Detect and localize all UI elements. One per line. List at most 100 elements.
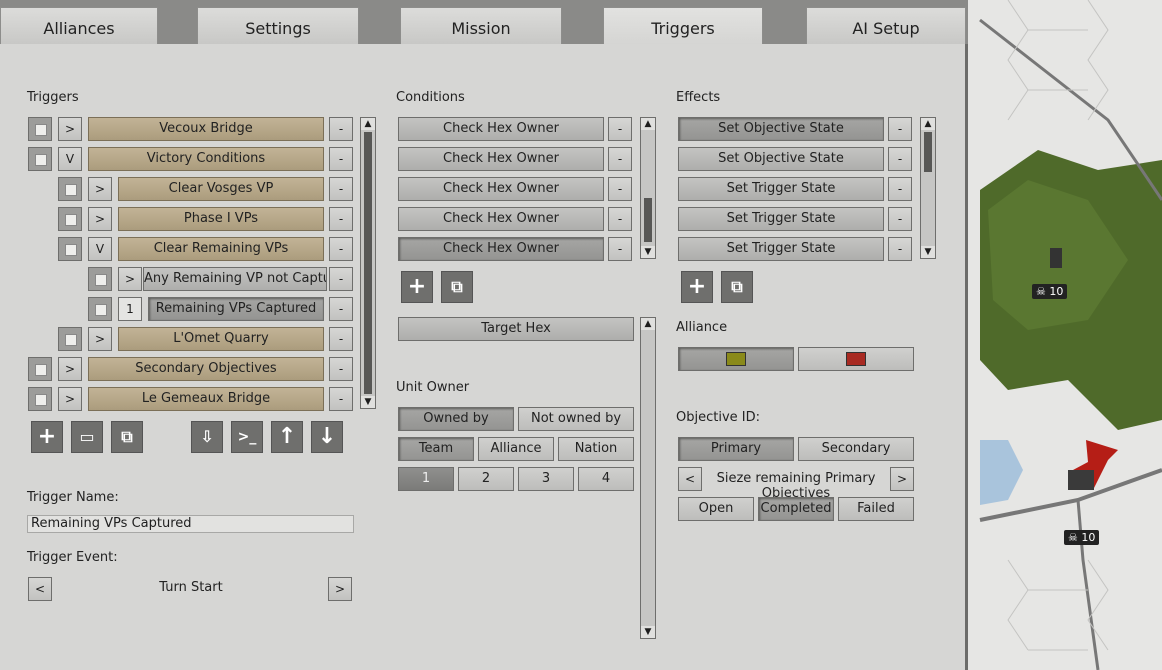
- trigger-expander[interactable]: >: [58, 387, 82, 411]
- console-icon[interactable]: >_: [231, 421, 263, 453]
- arrow-up-icon[interactable]: ↑: [271, 421, 303, 453]
- condition-item[interactable]: Check Hex Owner: [398, 147, 604, 171]
- trigger-remove-button[interactable]: -: [329, 147, 353, 171]
- alliance-button[interactable]: Alliance: [478, 437, 554, 461]
- copy-icon[interactable]: ⧉: [721, 271, 753, 303]
- team-4-button[interactable]: 4: [578, 467, 634, 491]
- trigger-item[interactable]: Le Gemeaux Bridge: [88, 387, 324, 411]
- trigger-expander[interactable]: V: [58, 147, 82, 171]
- tab-settings[interactable]: Settings: [197, 7, 359, 44]
- arrow-down-icon[interactable]: ↓: [311, 421, 343, 453]
- effect-item[interactable]: Set Trigger State: [678, 237, 884, 261]
- tab-ai-setup[interactable]: AI Setup: [806, 7, 966, 44]
- scroll-up-icon[interactable]: ▲: [921, 118, 935, 130]
- not-owned-by-button[interactable]: Not owned by: [518, 407, 634, 431]
- trigger-expander[interactable]: >: [58, 117, 82, 141]
- tab-alliances[interactable]: Alliances: [0, 7, 158, 44]
- team-2-button[interactable]: 2: [458, 467, 514, 491]
- copy-icon[interactable]: ⧉: [111, 421, 143, 453]
- effect-remove-button[interactable]: -: [888, 237, 912, 261]
- condition-checkbox[interactable]: [88, 267, 112, 291]
- trigger-checkbox[interactable]: [28, 117, 52, 141]
- condition-remove-button[interactable]: -: [608, 237, 632, 261]
- scroll-down-icon[interactable]: ▼: [361, 396, 375, 408]
- scroll-up-icon[interactable]: ▲: [641, 118, 655, 130]
- condition-remove-button[interactable]: -: [608, 147, 632, 171]
- condition-item[interactable]: Any Remaining VP not Captured: [143, 267, 327, 291]
- team-1-button[interactable]: 1: [398, 467, 454, 491]
- condition-item[interactable]: Check Hex Owner: [398, 177, 604, 201]
- owned-by-button[interactable]: Owned by: [398, 407, 514, 431]
- trigger-remove-button[interactable]: -: [329, 357, 353, 381]
- trigger-remove-button[interactable]: -: [329, 297, 353, 321]
- trigger-item[interactable]: L'Omet Quarry: [118, 327, 324, 351]
- add-icon[interactable]: +: [401, 271, 433, 303]
- effect-item[interactable]: Set Trigger State: [678, 177, 884, 201]
- scroll-up-icon[interactable]: ▲: [361, 118, 375, 130]
- scroll-down-icon[interactable]: ▼: [921, 246, 935, 258]
- condition-item-selected[interactable]: Check Hex Owner: [398, 237, 604, 261]
- trigger-expander[interactable]: V: [88, 237, 112, 261]
- condition-remove-button[interactable]: -: [608, 177, 632, 201]
- scroll-down-icon[interactable]: ▼: [641, 626, 655, 638]
- trigger-checkbox[interactable]: [28, 147, 52, 171]
- nation-button[interactable]: Nation: [558, 437, 634, 461]
- folder-icon[interactable]: ▭: [71, 421, 103, 453]
- conditions-detail-scrollbar[interactable]: ▲ ▼: [640, 317, 656, 639]
- trigger-expander[interactable]: >: [88, 207, 112, 231]
- trigger-remove-button[interactable]: -: [329, 387, 353, 411]
- team-button[interactable]: Team: [398, 437, 474, 461]
- trigger-checkbox[interactable]: [58, 237, 82, 261]
- trigger-checkbox[interactable]: [28, 387, 52, 411]
- scroll-down-icon[interactable]: ▼: [641, 246, 655, 258]
- trigger-expander[interactable]: >: [88, 177, 112, 201]
- condition-item[interactable]: Check Hex Owner: [398, 207, 604, 231]
- alliance-2-button[interactable]: [798, 347, 914, 371]
- target-hex-button[interactable]: Target Hex: [398, 317, 634, 341]
- condition-remove-button[interactable]: -: [608, 117, 632, 141]
- tab-mission[interactable]: Mission: [400, 7, 562, 44]
- trigger-remove-button[interactable]: -: [329, 177, 353, 201]
- trigger-checkbox[interactable]: [28, 357, 52, 381]
- add-icon[interactable]: +: [681, 271, 713, 303]
- trigger-remove-button[interactable]: -: [329, 267, 353, 291]
- tab-triggers[interactable]: Triggers: [603, 7, 763, 47]
- condition-expander[interactable]: >: [118, 267, 142, 291]
- trigger-checkbox[interactable]: [58, 177, 82, 201]
- trigger-item[interactable]: Phase I VPs: [118, 207, 324, 231]
- trigger-expander[interactable]: >: [88, 327, 112, 351]
- team-3-button[interactable]: 3: [518, 467, 574, 491]
- effect-remove-button[interactable]: -: [888, 207, 912, 231]
- effect-item[interactable]: Set Trigger State: [678, 207, 884, 231]
- event-next-button[interactable]: >: [328, 577, 352, 601]
- trigger-remove-button[interactable]: -: [329, 237, 353, 261]
- trigger-remove-button[interactable]: -: [329, 327, 353, 351]
- scroll-up-icon[interactable]: ▲: [641, 318, 655, 330]
- trigger-name-input[interactable]: Remaining VPs Captured: [27, 515, 354, 533]
- scroll-thumb[interactable]: [644, 198, 652, 242]
- trigger-remove-button[interactable]: -: [329, 207, 353, 231]
- effect-remove-button[interactable]: -: [888, 117, 912, 141]
- effect-item[interactable]: Set Objective State: [678, 147, 884, 171]
- open-button[interactable]: Open: [678, 497, 754, 521]
- trigger-item[interactable]: Clear Vosges VP: [118, 177, 324, 201]
- trigger-item[interactable]: Secondary Objectives: [88, 357, 324, 381]
- objective-prev-button[interactable]: <: [678, 467, 702, 491]
- trigger-item[interactable]: Victory Conditions: [88, 147, 324, 171]
- scroll-thumb[interactable]: [924, 132, 932, 172]
- trigger-expander[interactable]: >: [58, 357, 82, 381]
- trigger-remove-button[interactable]: -: [329, 117, 353, 141]
- scroll-thumb[interactable]: [364, 132, 372, 394]
- event-prev-button[interactable]: <: [28, 577, 52, 601]
- effects-scrollbar[interactable]: ▲ ▼: [920, 117, 936, 259]
- effect-remove-button[interactable]: -: [888, 147, 912, 171]
- alliance-1-button[interactable]: [678, 347, 794, 371]
- conditions-scrollbar[interactable]: ▲ ▼: [640, 117, 656, 259]
- add-icon[interactable]: +: [31, 421, 63, 453]
- import-icon[interactable]: ⇩: [191, 421, 223, 453]
- copy-icon[interactable]: ⧉: [441, 271, 473, 303]
- secondary-button[interactable]: Secondary: [798, 437, 914, 461]
- trigger-item[interactable]: Clear Remaining VPs: [118, 237, 324, 261]
- triggers-scrollbar[interactable]: ▲ ▼: [360, 117, 376, 409]
- failed-button[interactable]: Failed: [838, 497, 914, 521]
